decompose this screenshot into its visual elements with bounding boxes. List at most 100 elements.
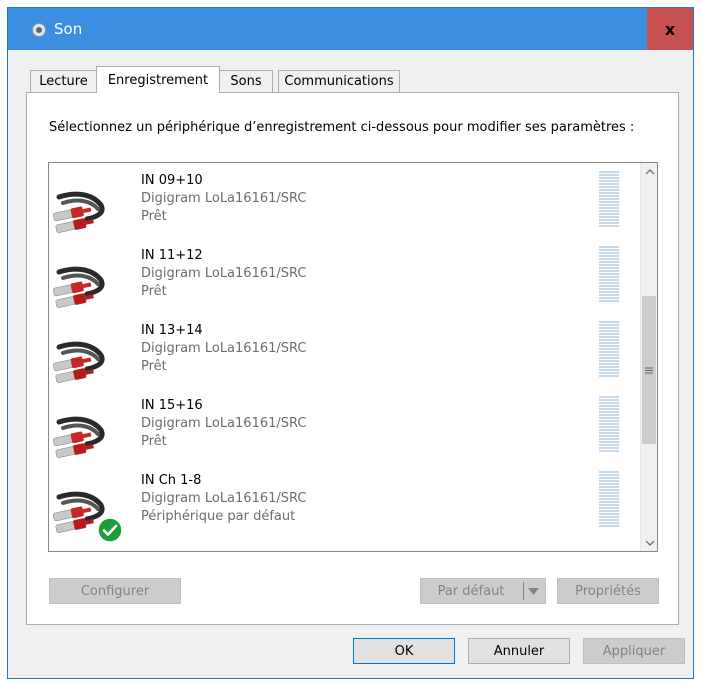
level-meter-segment [599,360,619,362]
dropdown-arrow-icon[interactable] [528,588,539,595]
level-meter-segment [599,261,619,263]
cancel-button[interactable]: Annuler [468,638,570,664]
properties-button[interactable]: Propriétés [557,578,659,604]
level-meter-segment [599,507,619,509]
level-meter-segment [599,201,619,203]
tab-lecture[interactable]: Lecture [30,70,97,92]
tab-communications[interactable]: Communications [278,70,400,92]
level-meter-segment [599,372,619,374]
device-list-item[interactable]: IN Ch 1-8 Digigram LoLa16161/SRC Périphé… [49,471,619,546]
level-meter-segment [599,504,619,506]
level-meter-segment [599,495,619,497]
level-meter-segment [599,267,619,269]
level-meter-segment [599,492,619,494]
level-meter-segment [599,339,619,341]
level-meter-segment [599,192,619,194]
level-meter-segment [599,321,619,323]
recording-panel: Sélectionnez un périphérique d’enregistr… [26,92,679,625]
level-meter-segment [599,444,619,446]
level-meter-segment [599,501,619,503]
level-meter-segment [599,411,619,413]
level-meter-segment [599,369,619,371]
device-status: Périphérique par défaut [141,509,296,524]
close-button[interactable]: x [647,8,693,50]
level-meter-segment [599,510,619,512]
scroll-up-button[interactable] [641,163,657,180]
level-meter-segment [599,186,619,188]
device-driver: Digigram LoLa16161/SRC [141,416,307,431]
vertical-scrollbar[interactable] [640,163,657,551]
apply-button[interactable]: Appliquer [583,638,685,664]
device-list-item[interactable]: IN 11+12 Digigram LoLa16161/SRC Prêt [49,246,619,321]
device-list-item[interactable]: IN 09+10 Digigram LoLa16161/SRC Prêt [49,171,619,246]
level-meter-segment [599,171,619,173]
level-meter-segment [599,486,619,488]
ok-button[interactable]: OK [353,638,455,664]
level-meter-segment [599,477,619,479]
level-meter-segment [599,351,619,353]
scroll-thumb[interactable] [642,296,656,444]
speaker-icon [32,23,46,37]
device-driver: Digigram LoLa16161/SRC [141,341,307,356]
window-title: Son [54,20,83,38]
level-meter-segment [599,480,619,482]
level-meter-segment [599,198,619,200]
chevron-down-icon [645,540,654,546]
device-list-item[interactable]: IN 15+16 Digigram LoLa16161/SRC Prêt [49,396,619,471]
level-meter-segment [599,177,619,179]
device-status: Prêt [141,284,167,299]
level-meter [599,246,619,303]
set-default-split-button[interactable]: Par défaut [420,578,546,604]
level-meter-segment [599,252,619,254]
device-name: IN 15+16 [141,398,203,413]
level-meter-segment [599,207,619,209]
level-meter-segment [599,432,619,434]
tab-enregistrement[interactable]: Enregistrement [96,66,220,93]
level-meter-segment [599,294,619,296]
configure-button[interactable]: Configurer [49,578,181,604]
device-name: IN 09+10 [141,173,203,188]
level-meter-segment [599,441,619,443]
level-meter-segment [599,222,619,224]
level-meter [599,321,619,378]
level-meter-segment [599,246,619,248]
level-meter-segment [599,327,619,329]
grip-icon [645,367,653,373]
level-meter-segment [599,273,619,275]
level-meter-segment [599,429,619,431]
level-meter-segment [599,483,619,485]
level-meter-segment [599,450,619,452]
instruction-text: Sélectionnez un périphérique d’enregistr… [49,120,635,135]
level-meter-segment [599,471,619,473]
level-meter-segment [599,219,619,221]
level-meter-segment [599,522,619,524]
default-check-icon [97,517,123,543]
level-meter-segment [599,288,619,290]
level-meter-segment [599,258,619,260]
device-status: Prêt [141,209,167,224]
level-meter-segment [599,519,619,521]
level-meter [599,171,619,228]
level-meter-segment [599,300,619,302]
title-bar[interactable]: Son x [8,8,693,50]
level-meter-segment [599,249,619,251]
split-separator [523,582,524,600]
device-list-item[interactable]: IN 13+14 Digigram LoLa16161/SRC Prêt [49,321,619,396]
level-meter-segment [599,405,619,407]
level-meter-segment [599,297,619,299]
level-meter-segment [599,279,619,281]
level-meter-segment [599,345,619,347]
device-driver: Digigram LoLa16161/SRC [141,491,307,506]
level-meter-segment [599,183,619,185]
chevron-up-icon [645,168,654,174]
level-meter-segment [599,447,619,449]
level-meter-segment [599,516,619,518]
level-meter-segment [599,255,619,257]
device-driver: Digigram LoLa16161/SRC [141,266,307,281]
level-meter-segment [599,180,619,182]
sound-dialog: Son x Lecture Enregistrement Sons Commun… [7,7,694,679]
tab-sons[interactable]: Sons [219,70,273,92]
scroll-down-button[interactable] [641,534,657,551]
level-meter-segment [599,276,619,278]
device-list[interactable]: IN 09+10 Digigram LoLa16161/SRC Prêt IN … [48,162,658,552]
